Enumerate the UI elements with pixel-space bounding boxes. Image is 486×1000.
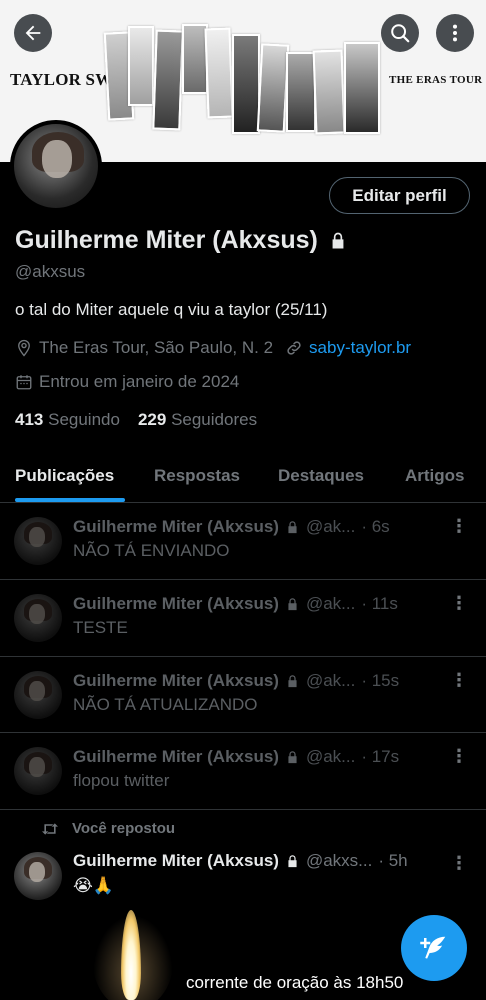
post-text: NÃO TÁ ENVIANDO — [73, 541, 230, 560]
calendar-icon — [16, 375, 32, 390]
back-arrow-icon — [25, 25, 41, 41]
vertical-dots-icon — [452, 24, 458, 42]
tab-respostas[interactable]: Respostas — [154, 466, 240, 486]
post-avatar[interactable] — [14, 517, 62, 565]
profile-meta-location-website: The Eras Tour, São Paulo, N. 2 saby-tayl… — [15, 338, 411, 358]
post-time: · 17s — [361, 747, 400, 766]
post-item[interactable]: Guilherme Miter (Akxsus) @ak... · 6s NÃO… — [0, 503, 486, 580]
followers-label: Seguidores — [171, 410, 258, 429]
post-header: Guilherme Miter (Akxsus) @ak... · 11s — [73, 594, 453, 614]
profile-handle: @akxsus — [15, 262, 86, 281]
post-text: 😭🙏 — [73, 876, 115, 895]
banner-photo-collage — [103, 24, 382, 136]
post-author-handle: @ak... — [305, 671, 356, 690]
followers-link[interactable]: 229 Seguidores — [138, 410, 257, 430]
post-item[interactable]: Guilherme Miter (Akxsus) @ak... · 11s TE… — [0, 580, 486, 657]
back-button[interactable] — [14, 14, 52, 52]
repost-icon — [42, 822, 58, 835]
follow-stats: 413 Seguindo 229 Seguidores — [15, 410, 257, 430]
lock-icon — [288, 854, 297, 867]
post-author-name[interactable]: Guilherme Miter (Akxsus) — [73, 594, 279, 614]
post-author-handle: @akxs... — [305, 851, 373, 870]
post-header: Guilherme Miter (Akxsus) @ak... · 17s — [73, 747, 453, 767]
post-author-name[interactable]: Guilherme Miter (Akxsus) — [73, 747, 279, 767]
lock-icon — [288, 750, 297, 763]
post-header: Guilherme Miter (Akxsus) @akxs... · 5h — [73, 851, 453, 871]
post-more-icon[interactable]: ⋮ — [450, 517, 468, 535]
following-count: 413 — [15, 410, 44, 429]
post-avatar[interactable] — [14, 852, 62, 900]
following-link[interactable]: 413 Seguindo — [15, 410, 120, 430]
post-text: flopou twitter — [73, 771, 170, 790]
profile-meta-joined: Entrou em janeiro de 2024 — [15, 372, 239, 392]
post-time: · 5h — [378, 851, 408, 870]
post-more-icon[interactable]: ⋮ — [450, 671, 468, 689]
profile-display-name: Guilherme Miter (Akxsus) — [15, 226, 348, 255]
post-author-name[interactable]: Guilherme Miter (Akxsus) — [73, 517, 279, 537]
link-icon — [287, 341, 301, 355]
lock-icon — [288, 597, 297, 610]
post-time: · 15s — [361, 671, 400, 690]
post-item[interactable]: Guilherme Miter (Akxsus) @ak... · 15s NÃ… — [0, 657, 486, 733]
search-button[interactable] — [381, 14, 419, 52]
tab-destaques[interactable]: Destaques — [278, 466, 364, 486]
location-pin-icon — [18, 339, 30, 357]
post-more-icon[interactable]: ⋮ — [450, 854, 468, 872]
profile-bio: o tal do Miter aquele q viu a taylor (25… — [15, 300, 328, 319]
post-author-handle: @ak... — [305, 747, 356, 766]
lock-icon — [288, 520, 297, 533]
post-time: · 6s — [361, 517, 390, 536]
post-text: TESTE — [73, 618, 128, 637]
post-author-handle: @ak... — [305, 594, 356, 613]
post-author-name[interactable]: Guilherme Miter (Akxsus) — [73, 851, 279, 871]
lock-icon — [332, 232, 344, 248]
profile-tabs: Publicações Respostas Destaques Artigos — [0, 450, 486, 503]
post-header: Guilherme Miter (Akxsus) @ak... · 6s — [73, 517, 453, 537]
profile-website-link[interactable]: saby-taylor.br — [309, 338, 411, 358]
followers-count: 229 — [137, 410, 167, 429]
post-header: Guilherme Miter (Akxsus) @ak... · 15s — [73, 671, 453, 691]
banner-eras-tour-text: THE ERAS TOUR — [389, 74, 483, 86]
tab-publicacoes[interactable]: Publicações — [15, 466, 114, 486]
post-more-icon[interactable]: ⋮ — [450, 594, 468, 612]
repost-indicator: Você repostou — [40, 820, 175, 837]
post-avatar[interactable] — [14, 747, 62, 795]
active-tab-indicator — [15, 498, 125, 502]
post-more-icon[interactable]: ⋮ — [450, 747, 468, 765]
more-options-button[interactable] — [436, 14, 474, 52]
repost-label: Você repostou — [72, 820, 176, 837]
edit-profile-button[interactable]: Editar perfil — [329, 177, 470, 214]
following-label: Seguindo — [48, 410, 120, 429]
compose-feather-icon — [420, 936, 446, 959]
post-author-handle: @ak... — [305, 517, 356, 536]
tab-artigos[interactable]: Artigos — [405, 466, 465, 486]
post-author-name[interactable]: Guilherme Miter (Akxsus) — [73, 671, 279, 691]
search-icon — [391, 24, 410, 43]
post-item[interactable]: Guilherme Miter (Akxsus) @ak... · 17s fl… — [0, 733, 486, 810]
post-text: NÃO TÁ ATUALIZANDO — [73, 695, 258, 714]
media-caption: corrente de oração às 18h50 — [186, 973, 404, 992]
lock-icon — [288, 674, 297, 687]
profile-location: The Eras Tour, São Paulo, N. 2 — [39, 338, 274, 357]
profile-avatar[interactable] — [10, 120, 102, 212]
post-avatar[interactable] — [14, 594, 62, 642]
profile-name-text: Guilherme Miter (Akxsus) — [15, 226, 318, 254]
profile-joined-date: Entrou em janeiro de 2024 — [39, 372, 240, 391]
post-avatar[interactable] — [14, 671, 62, 719]
compose-post-button[interactable] — [401, 915, 467, 981]
post-time: · 11s — [361, 594, 398, 613]
